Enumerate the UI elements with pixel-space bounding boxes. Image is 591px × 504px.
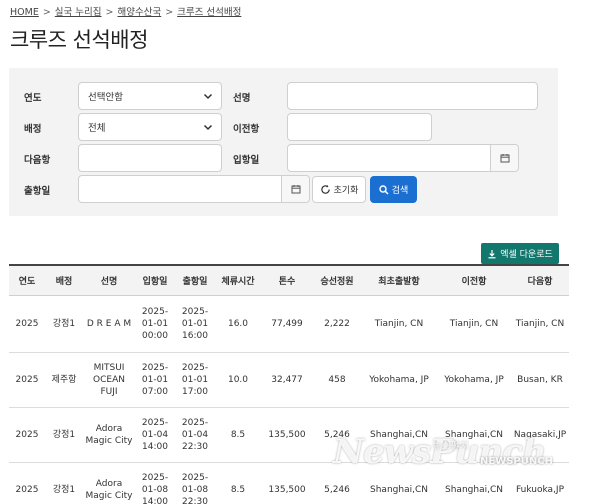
search-button[interactable]: 검색	[370, 176, 417, 203]
cell-year: 2025	[9, 295, 45, 353]
cell-tonnage: 135,500	[261, 462, 313, 504]
berth-select-value: 전체	[88, 123, 106, 134]
cell-prev-port: Tianjin, CN	[437, 295, 511, 353]
cell-year: 2025	[9, 407, 45, 463]
download-icon	[488, 249, 496, 258]
cell-arrival: 2025-01-08 14:00	[135, 462, 175, 504]
cell-stay-hours: 16.0	[215, 295, 261, 353]
next-port-input[interactable]	[78, 144, 222, 172]
reset-button-label: 초기화	[333, 186, 359, 196]
col-departure: 출항일	[175, 264, 215, 296]
cell-arrival: 2025-01-04 14:00	[135, 407, 175, 463]
col-stay-hours: 체류시간	[215, 264, 261, 296]
col-prev-port: 이전항	[437, 264, 511, 296]
col-origin-port: 최초출발항	[361, 264, 437, 296]
cell-origin-port: Tianjin, CN	[361, 295, 437, 353]
cell-year: 2025	[9, 462, 45, 504]
berth-label: 배정	[24, 124, 42, 135]
calendar-icon	[500, 154, 509, 163]
arrival-date-input[interactable]	[287, 144, 519, 172]
search-panel: 연도 선택안함 선명 배정 전체 이전항 다음항 입항일 출항일	[9, 68, 558, 216]
col-year: 연도	[9, 264, 45, 296]
col-capacity: 승선정원	[313, 264, 361, 296]
berth-select[interactable]: 전체	[78, 113, 222, 141]
table-header-row: 연도 배정 선명 입항일 출항일 체류시간 톤수 승선정원 최초출발항 이전항 …	[9, 264, 569, 296]
cell-tonnage: 32,477	[261, 352, 313, 408]
prev-port-input[interactable]	[287, 113, 432, 141]
watermark-small: NEWSPUNCH	[480, 456, 553, 467]
col-ship-name: 선명	[83, 264, 135, 296]
cell-departure: 2025-01-08 22:30	[175, 462, 215, 504]
table-row: 2025 제주항 MITSUI OCEAN FUJI 2025-01-01 07…	[9, 352, 569, 408]
cell-berth: 강정1	[45, 462, 83, 504]
cell-ship-name: D R E A M	[83, 295, 135, 353]
breadcrumb-separator: >	[105, 7, 114, 18]
cell-arrival: 2025-01-01 00:00	[135, 295, 175, 353]
breadcrumb-bureau[interactable]: 해양수산국	[118, 7, 162, 18]
cell-origin-port: Yokohama, JP	[361, 352, 437, 408]
ship-name-label: 선명	[233, 93, 251, 104]
table-row: 2025 강정1 D R E A M 2025-01-01 00:00 2025…	[9, 295, 569, 353]
arrival-date-label: 입항일	[233, 155, 260, 166]
cell-capacity: 2,222	[313, 295, 361, 353]
cell-year: 2025	[9, 352, 45, 408]
cell-berth: 강정1	[45, 407, 83, 463]
calendar-button[interactable]	[281, 176, 309, 202]
page-title: 크루즈 선석배정	[10, 28, 148, 52]
cell-tonnage: 135,500	[261, 407, 313, 463]
cell-departure: 2025-01-01 16:00	[175, 295, 215, 353]
breadcrumb: HOME > 실국 누리집 > 해양수산국 > 크루즈 선석배정	[10, 4, 241, 18]
calendar-button[interactable]	[490, 145, 518, 171]
breadcrumb-home[interactable]: HOME	[10, 7, 39, 18]
col-berth: 배정	[45, 264, 83, 296]
cell-tonnage: 77,499	[261, 295, 313, 353]
cell-ship-name: MITSUI OCEAN FUJI	[83, 352, 135, 408]
breadcrumb-department[interactable]: 실국 누리집	[55, 7, 102, 18]
excel-download-label: 엑셀 다운로드	[500, 250, 553, 260]
search-button-label: 검색	[391, 186, 409, 196]
ship-name-input[interactable]	[287, 82, 538, 110]
next-port-label: 다음항	[24, 155, 51, 166]
year-label: 연도	[24, 93, 42, 104]
breadcrumb-current[interactable]: 크루즈 선석배정	[177, 7, 241, 18]
cell-stay-hours: 10.0	[215, 352, 261, 408]
cell-ship-name: Adora Magic City	[83, 462, 135, 504]
prev-port-label: 이전항	[233, 124, 260, 135]
cell-prev-port: Yokohama, JP	[437, 352, 511, 408]
year-select[interactable]: 선택안함	[78, 82, 222, 110]
cell-stay-hours: 8.5	[215, 407, 261, 463]
excel-download-button[interactable]: 엑셀 다운로드	[481, 243, 559, 264]
cell-berth: 강정1	[45, 295, 83, 353]
watermark-korean: 뉴스펀치	[432, 441, 469, 452]
cell-departure: 2025-01-04 22:30	[175, 407, 215, 463]
cell-berth: 제주항	[45, 352, 83, 408]
reset-button[interactable]: 초기화	[312, 176, 366, 203]
cell-departure: 2025-01-01 17:00	[175, 352, 215, 408]
cell-next-port: Tianjin, CN	[511, 295, 569, 353]
col-tonnage: 톤수	[261, 264, 313, 296]
cell-capacity: 458	[313, 352, 361, 408]
calendar-icon	[291, 185, 300, 194]
refresh-icon	[320, 184, 330, 194]
breadcrumb-separator: >	[42, 7, 51, 18]
col-next-port: 다음항	[511, 264, 569, 296]
col-arrival: 입항일	[135, 264, 175, 296]
cell-arrival: 2025-01-01 07:00	[135, 352, 175, 408]
cell-next-port: Busan, KR	[511, 352, 569, 408]
chevron-down-icon	[203, 124, 213, 131]
cell-stay-hours: 8.5	[215, 462, 261, 504]
chevron-down-icon	[203, 93, 213, 100]
year-select-value: 선택안함	[88, 92, 123, 103]
search-icon	[379, 184, 389, 195]
cell-ship-name: Adora Magic City	[83, 407, 135, 463]
breadcrumb-separator: >	[165, 7, 174, 18]
departure-date-input[interactable]	[78, 175, 310, 203]
departure-date-label: 출항일	[24, 186, 51, 197]
